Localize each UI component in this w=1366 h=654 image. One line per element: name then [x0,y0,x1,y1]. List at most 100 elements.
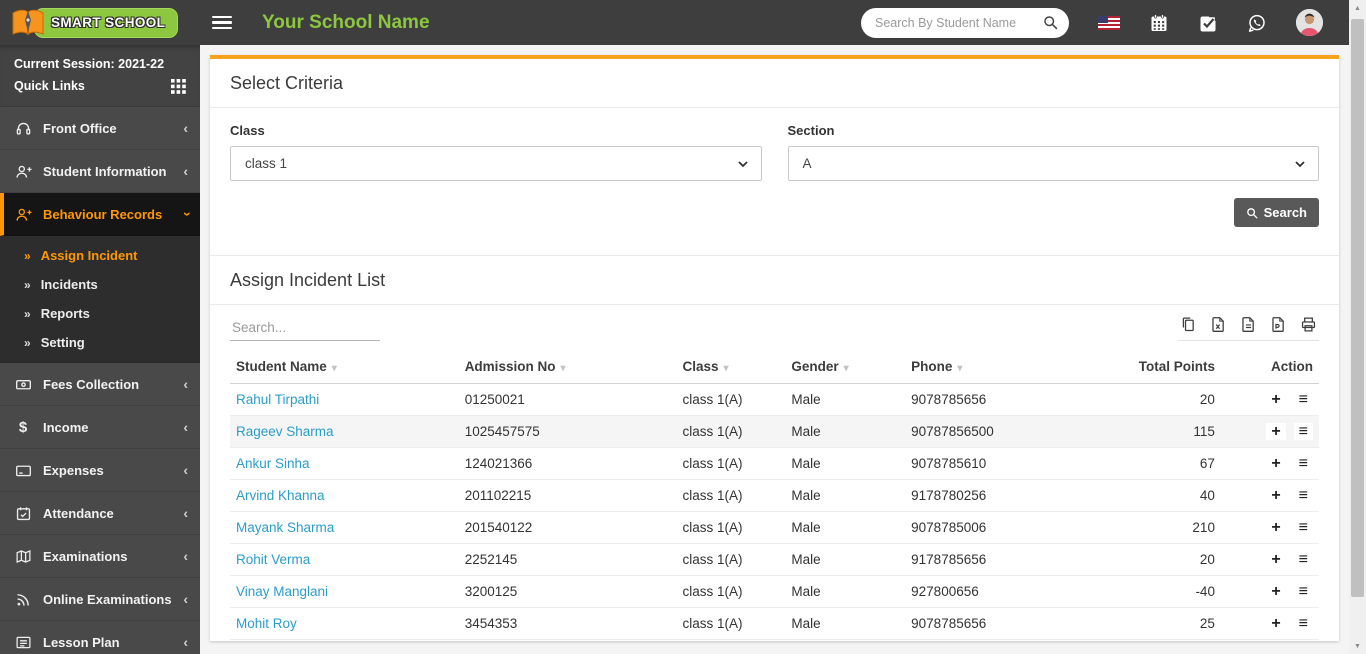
assign-incident-plus-icon[interactable] [1266,487,1285,504]
assign-incident-plus-icon[interactable] [1266,455,1285,472]
double-arrow-icon [24,278,31,292]
admission-no-cell: 01250021 [459,384,677,416]
sidebar-item-label: Behaviour Records [43,207,183,222]
class-cell: class 1(A) [676,480,785,512]
table-search-input[interactable] [230,315,380,341]
col-student-name[interactable]: Student Name [230,350,459,384]
header-search-box[interactable] [861,8,1069,38]
assign-incident-table: Student Name Admission No Class Gender P… [230,350,1319,640]
pdf-export-icon[interactable] [1270,316,1287,333]
logo[interactable]: SMART SCHOOL [0,0,200,45]
col-phone[interactable]: Phone [905,350,1101,384]
incident-details-menu-icon[interactable] [1294,487,1313,504]
gender-cell: Male [785,480,905,512]
language-us-flag-icon[interactable] [1098,16,1120,30]
search-button[interactable]: Search [1234,198,1319,227]
chevron-left-icon [183,376,188,392]
sidebar-item-attendance[interactable]: Attendance [0,492,200,535]
sidebar-item-front-office[interactable]: Front Office [0,107,200,150]
export-tools [1178,316,1319,341]
incident-details-menu-icon[interactable] [1294,551,1313,568]
sidebar-item-behaviour-records[interactable]: Behaviour Records [0,193,200,236]
student-name-link[interactable]: Rohit Verma [236,552,310,567]
whatsapp-icon[interactable] [1247,13,1267,33]
quick-links-label[interactable]: Quick Links [14,75,85,97]
sidebar-item-lesson-plan[interactable]: Lesson Plan [0,621,200,654]
incident-details-menu-icon[interactable] [1294,519,1313,536]
student-name-link[interactable]: Rageev Sharma [236,424,334,439]
scrollbar-up-arrow[interactable]: ▲ [1349,0,1366,16]
chevron-left-icon [183,505,188,521]
class-select[interactable]: class 1 [230,146,762,181]
student-name-link[interactable]: Ankur Sinha [236,456,310,471]
col-gender[interactable]: Gender [785,350,905,384]
page-title: Your School Name [262,12,430,34]
csv-export-icon[interactable] [1240,316,1257,333]
sidebar-item-online-examinations[interactable]: Online Examinations [0,578,200,621]
sidebar-item-student-information[interactable]: Student Information [0,150,200,193]
col-admission-no[interactable]: Admission No [459,350,677,384]
scrollbar-thumb[interactable] [1351,19,1364,597]
phone-cell: 9078785656 [905,384,1101,416]
table-row: Rageev Sharma 1025457575 class 1(A) Male… [230,416,1319,448]
sidebar-toggle-hamburger-icon[interactable] [212,13,232,33]
incident-details-menu-icon[interactable] [1294,423,1313,440]
chevron-left-icon [183,163,188,179]
print-icon[interactable] [1300,316,1317,333]
student-name-link[interactable]: Rahul Tirpathi [236,392,319,407]
excel-export-icon[interactable] [1210,316,1227,333]
submenu-item-assign-incident[interactable]: Assign Incident [0,241,200,270]
user-plus-icon [14,205,32,223]
banknote-icon [14,375,32,393]
admission-no-cell: 1025457575 [459,416,677,448]
headset-icon [14,119,32,137]
content-card: Select Criteria Class class 1 Section A [210,55,1339,641]
user-plus-icon [14,162,32,180]
table-row: Mohit Roy 3454353 class 1(A) Male 907878… [230,608,1319,640]
gender-cell: Male [785,608,905,640]
chevron-left-icon [183,419,188,435]
calendar-icon[interactable] [1149,13,1169,33]
sidebar-item-fees-collection[interactable]: Fees Collection [0,363,200,406]
sidebar-item-label: Fees Collection [43,377,183,392]
total-points-cell: 25 [1101,608,1221,640]
submenu-item-setting[interactable]: Setting [0,328,200,357]
incident-details-menu-icon[interactable] [1294,455,1313,472]
assign-incident-plus-icon[interactable] [1266,615,1285,632]
student-name-link[interactable]: Mayank Sharma [236,520,334,535]
student-name-link[interactable]: Arvind Khanna [236,488,325,503]
quick-links-grid-icon[interactable] [171,79,186,94]
assign-incident-plus-icon[interactable] [1266,551,1285,568]
tasks-checkbox-icon[interactable] [1198,13,1218,33]
gender-cell: Male [785,576,905,608]
incident-details-menu-icon[interactable] [1294,615,1313,632]
assign-incident-plus-icon[interactable] [1266,519,1285,536]
sidebar-item-expenses[interactable]: Expenses [0,449,200,492]
admission-no-cell: 3200125 [459,576,677,608]
user-avatar[interactable] [1296,9,1323,36]
submenu-item-incidents[interactable]: Incidents [0,270,200,299]
table-row: Ankur Sinha 124021366 class 1(A) Male 90… [230,448,1319,480]
assign-incident-plus-icon[interactable] [1266,391,1285,408]
sidebar-item-examinations[interactable]: Examinations [0,535,200,578]
main-content: Select Criteria Class class 1 Section A [200,45,1349,654]
credit-card-icon [14,461,32,479]
student-search-input[interactable] [875,16,1042,30]
incident-details-menu-icon[interactable] [1294,391,1313,408]
browser-vertical-scrollbar[interactable]: ▲ ▼ [1349,0,1366,654]
copy-export-icon[interactable] [1180,316,1197,333]
search-icon[interactable] [1042,14,1059,31]
section-select[interactable]: A [788,146,1320,181]
sidebar-item-income[interactable]: $ Income [0,406,200,449]
assign-incident-plus-icon[interactable] [1266,583,1285,600]
student-name-link[interactable]: Vinay Manglani [236,584,328,599]
class-cell: class 1(A) [676,576,785,608]
submenu-item-reports[interactable]: Reports [0,299,200,328]
student-name-link[interactable]: Mohit Roy [236,616,297,631]
search-icon [1246,207,1258,219]
incident-details-menu-icon[interactable] [1294,583,1313,600]
sidebar-item-label: Income [43,420,183,435]
col-class[interactable]: Class [676,350,785,384]
assign-incident-plus-icon[interactable] [1266,423,1285,440]
scrollbar-down-arrow[interactable]: ▼ [1349,638,1366,654]
